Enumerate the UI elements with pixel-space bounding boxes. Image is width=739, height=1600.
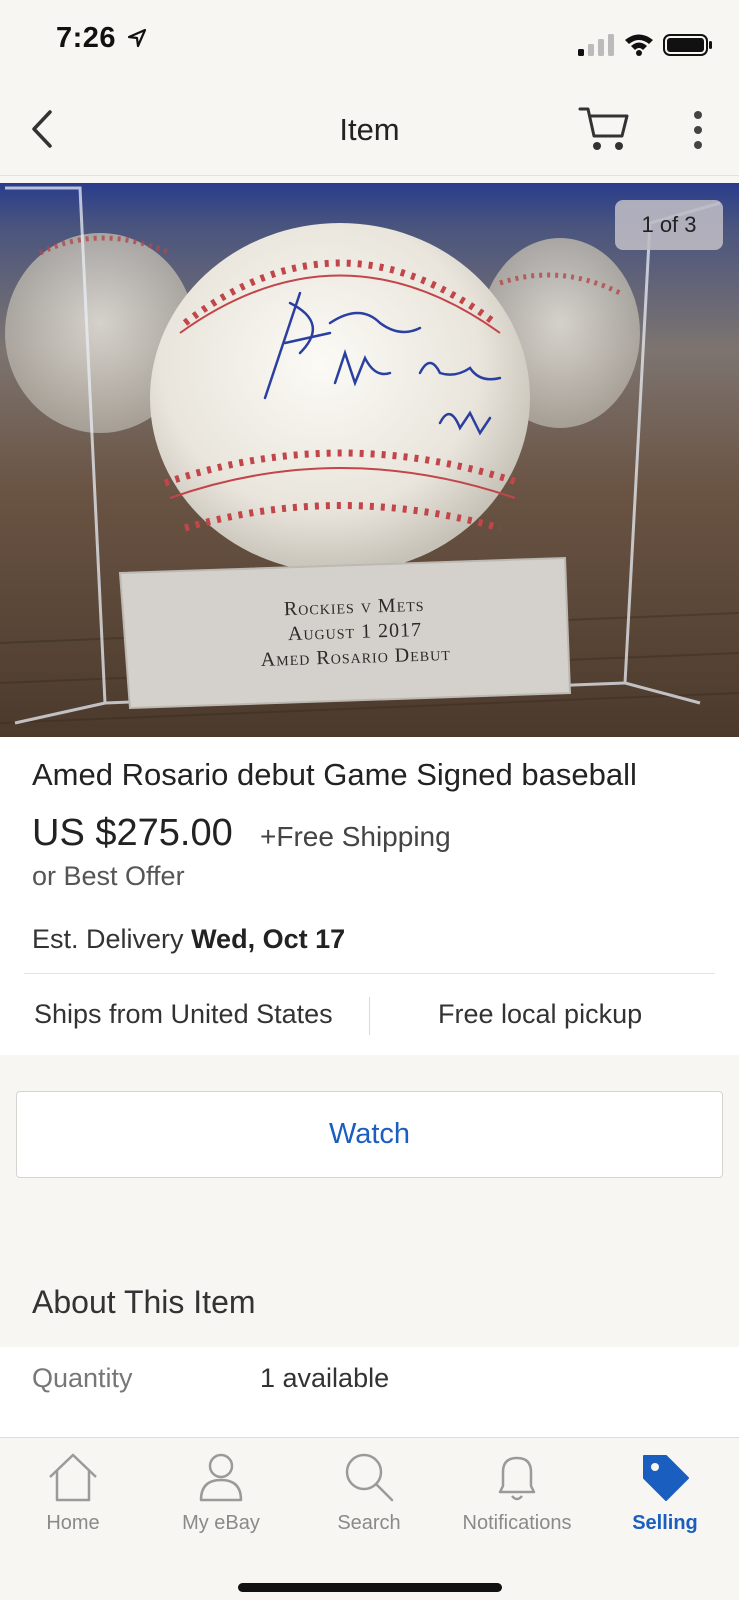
nav-bar: Item (0, 84, 739, 176)
ships-from-text: Ships from United States (34, 999, 333, 1029)
best-offer-text: or Best Offer (32, 861, 185, 891)
delivery-date: Wed, Oct 17 (191, 924, 346, 954)
status-bar: 7:26 (0, 0, 739, 84)
photo-counter-badge: 1 of 3 (615, 200, 723, 250)
item-info-section: Amed Rosario debut Game Signed baseball … (0, 737, 739, 1055)
tab-label: Search (337, 1512, 401, 1534)
tab-bar: Home My eBay Search Notifications Sellin… (0, 1437, 739, 1600)
search-icon (345, 1453, 394, 1502)
plaque-text: Rockies v Mets August 1 2017 Amed Rosari… (189, 590, 521, 675)
tab-search[interactable]: Search (299, 1450, 439, 1550)
tab-label: Home (46, 1512, 100, 1534)
detail-value-quantity: 1 available (260, 1363, 390, 1393)
tab-label: My eBay (182, 1512, 260, 1534)
divider (369, 997, 370, 1035)
delivery-label: Est. Delivery (32, 924, 184, 954)
cart-icon[interactable] (578, 104, 630, 154)
more-options-icon[interactable] (690, 110, 706, 150)
tab-home[interactable]: Home (3, 1450, 143, 1550)
item-photo[interactable]: Rockies v Mets August 1 2017 Amed Rosari… (0, 183, 739, 737)
tab-selling[interactable]: Selling (595, 1450, 735, 1550)
local-pickup-text: Free local pickup (438, 999, 643, 1029)
delivery-estimate: Est. Delivery Wed, Oct 17 (32, 924, 345, 955)
watch-button[interactable]: Watch (16, 1091, 723, 1178)
shipping-info: +Free Shipping (260, 821, 451, 852)
item-details-table: Quantity 1 available (0, 1347, 739, 1437)
status-time: 7:26 (56, 22, 117, 54)
tab-label: Selling (632, 1512, 698, 1534)
detail-label-quantity: Quantity (32, 1363, 133, 1393)
home-indicator (238, 1583, 502, 1592)
about-section-title: About This Item (32, 1284, 256, 1320)
item-title: Amed Rosario debut Game Signed baseball (32, 757, 637, 792)
bell-icon (498, 1456, 536, 1501)
battery-icon (663, 34, 712, 56)
tag-icon (643, 1455, 689, 1501)
wifi-icon (625, 34, 653, 56)
signal-icon (578, 34, 614, 56)
home-icon (49, 1453, 97, 1502)
tab-my-ebay[interactable]: My eBay (151, 1450, 291, 1550)
divider (24, 973, 715, 974)
location-arrow-icon (127, 28, 147, 48)
tab-label: Notifications (462, 1512, 572, 1534)
person-icon (199, 1453, 243, 1502)
tab-notifications[interactable]: Notifications (447, 1450, 587, 1550)
item-price: US $275.00 (32, 812, 233, 854)
